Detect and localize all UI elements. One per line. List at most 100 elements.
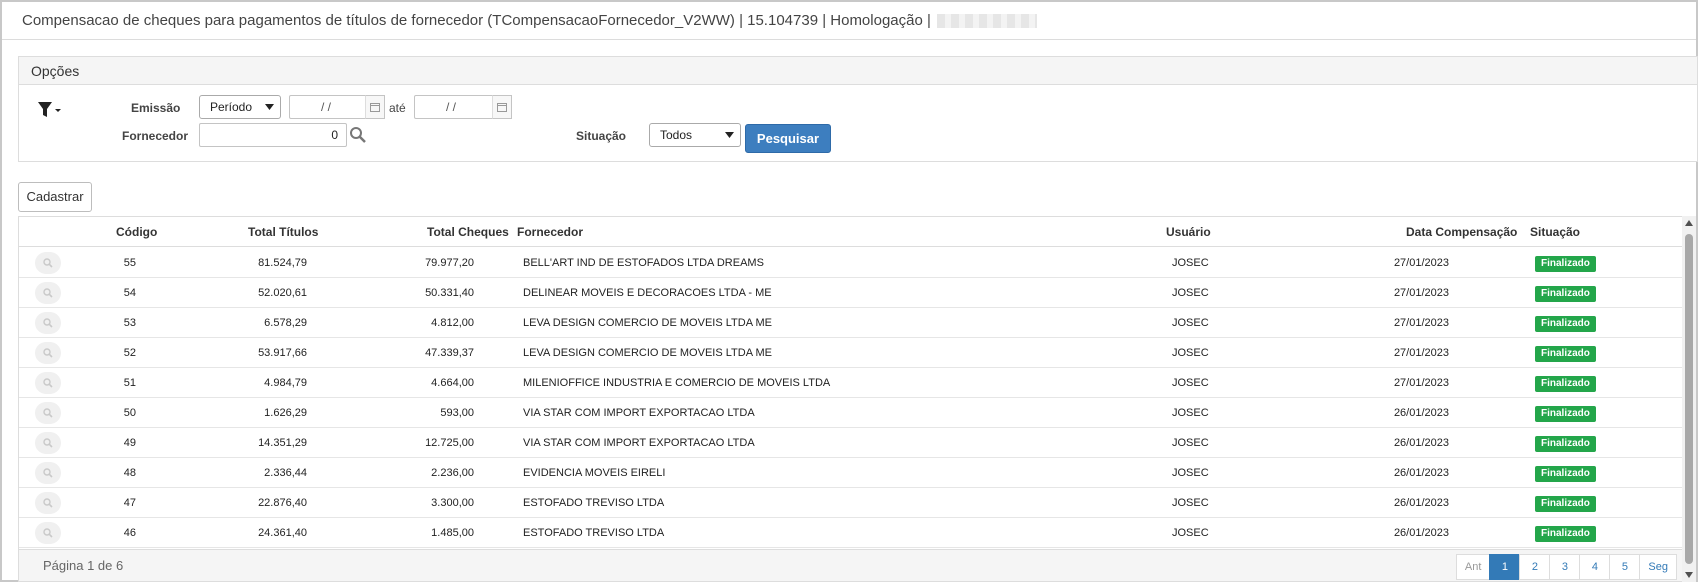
status-badge: Finalizado bbox=[1535, 316, 1596, 332]
situacao-select[interactable]: Todos bbox=[649, 123, 741, 147]
scroll-down-arrow-icon[interactable] bbox=[1685, 571, 1693, 579]
cell-codigo: 46 bbox=[123, 527, 136, 539]
cell-fornecedor: BELL'ART IND DE ESTOFADOS LTDA DREAMS bbox=[523, 257, 764, 269]
view-details-button[interactable] bbox=[35, 342, 61, 364]
table-row[interactable]: 52 53.917,66 47.339,37 LEVA DESIGN COMERCIO… bbox=[19, 338, 1683, 368]
col-total-titulos[interactable]: Total Títulos bbox=[248, 225, 318, 239]
page-info: Página 1 de 6 bbox=[43, 558, 124, 573]
view-details-button[interactable] bbox=[35, 252, 61, 274]
cell-total-cheques: 4.664,00 bbox=[431, 377, 474, 389]
cell-data-compensacao: 27/01/2023 bbox=[1393, 287, 1449, 299]
options-header: Opções bbox=[19, 57, 1697, 85]
col-total-cheques[interactable]: Total Cheques bbox=[427, 225, 509, 239]
table-row[interactable]: 54 52.020,61 50.331,40 DELINEAR MOVEIS E DE… bbox=[19, 278, 1683, 308]
magnifier-icon bbox=[43, 318, 53, 328]
cell-total-titulos: 4.984,79 bbox=[264, 377, 307, 389]
cell-fornecedor: LEVA DESIGN COMERCIO DE MOVEIS LTDA ME bbox=[523, 317, 772, 329]
page-button-3[interactable]: 3 bbox=[1549, 554, 1581, 580]
magnifier-icon bbox=[43, 288, 53, 298]
cell-total-cheques: 79.977,20 bbox=[425, 257, 474, 269]
cell-data-compensacao: 26/01/2023 bbox=[1393, 437, 1449, 449]
cell-total-titulos: 53.917,66 bbox=[258, 347, 307, 359]
col-usuario[interactable]: Usuário bbox=[1166, 225, 1211, 239]
table-row[interactable]: 47 22.876,40 3.300,00 ESTOFADO TREVISO LTDA… bbox=[19, 488, 1683, 518]
cell-data-compensacao: 26/01/2023 bbox=[1393, 527, 1449, 539]
view-details-button[interactable] bbox=[35, 372, 61, 394]
cell-data-compensacao: 26/01/2023 bbox=[1393, 497, 1449, 509]
fornecedor-input[interactable]: 0 bbox=[199, 123, 347, 147]
table-row[interactable]: 48 2.336,44 2.236,00 EVIDENCIA MOVEIS EIREL… bbox=[19, 458, 1683, 488]
scroll-up-arrow-icon[interactable] bbox=[1685, 219, 1693, 227]
next-page-button[interactable]: Seg bbox=[1639, 554, 1677, 580]
magnifier-icon bbox=[43, 528, 53, 538]
periodo-select[interactable]: Período bbox=[199, 95, 281, 119]
chevron-down-icon bbox=[725, 132, 734, 138]
cell-fornecedor: MILENIOFFICE INDUSTRIA E COMERCIO DE MOV… bbox=[523, 377, 831, 389]
col-data-compensacao[interactable]: Data Compensação bbox=[1406, 225, 1517, 239]
view-details-button[interactable] bbox=[35, 462, 61, 484]
cell-total-cheques: 593,00 bbox=[440, 407, 474, 419]
emissao-label: Emissão bbox=[131, 101, 181, 115]
status-badge: Finalizado bbox=[1535, 346, 1596, 362]
view-details-button[interactable] bbox=[35, 282, 61, 304]
redacted-user-area bbox=[936, 13, 1037, 28]
status-badge: Finalizado bbox=[1535, 256, 1596, 272]
search-icon[interactable] bbox=[349, 126, 367, 144]
status-badge: Finalizado bbox=[1535, 496, 1596, 512]
magnifier-icon bbox=[43, 438, 53, 448]
cell-total-titulos: 52.020,61 bbox=[258, 287, 307, 299]
table-row[interactable]: 49 14.351,29 12.725,00 VIA STAR COM IMPORT … bbox=[19, 428, 1683, 458]
table-header: Código Total Títulos Total Cheques Forne… bbox=[19, 217, 1683, 247]
cell-data-compensacao: 27/01/2023 bbox=[1393, 377, 1449, 389]
magnifier-icon bbox=[43, 468, 53, 478]
page-button-2[interactable]: 2 bbox=[1519, 554, 1551, 580]
table-row[interactable]: 50 1.626,29 593,00 VIA STAR COM IMPORT EXPO… bbox=[19, 398, 1683, 428]
cell-codigo: 47 bbox=[123, 497, 136, 509]
calendar-to-icon[interactable] bbox=[492, 95, 512, 119]
calendar-from-icon[interactable] bbox=[365, 95, 385, 119]
view-details-button[interactable] bbox=[35, 402, 61, 424]
status-badge: Finalizado bbox=[1535, 286, 1596, 302]
page-button-1[interactable]: 1 bbox=[1489, 554, 1521, 580]
cell-usuario: JOSEC bbox=[1172, 467, 1209, 479]
cell-total-cheques: 4.812,00 bbox=[431, 317, 474, 329]
page-button-5[interactable]: 5 bbox=[1609, 554, 1641, 580]
chevron-down-icon bbox=[265, 104, 274, 110]
cadastrar-button[interactable]: Cadastrar bbox=[18, 182, 92, 212]
col-situacao[interactable]: Situação bbox=[1530, 225, 1580, 239]
cell-total-cheques: 2.236,00 bbox=[431, 467, 474, 479]
view-details-button[interactable] bbox=[35, 432, 61, 454]
col-codigo[interactable]: Código bbox=[116, 225, 157, 239]
cell-total-titulos: 6.578,29 bbox=[264, 317, 307, 329]
cell-total-cheques: 12.725,00 bbox=[425, 437, 474, 449]
filter-icon[interactable] bbox=[37, 101, 63, 119]
table-footer: Página 1 de 6 Ant 1 2 3 4 5 Seg bbox=[19, 549, 1683, 581]
table-row[interactable]: 51 4.984,79 4.664,00 MILENIOFFICE INDUSTRIA… bbox=[19, 368, 1683, 398]
cell-data-compensacao: 27/01/2023 bbox=[1393, 257, 1449, 269]
prev-page-button[interactable]: Ant bbox=[1455, 554, 1491, 580]
cell-usuario: JOSEC bbox=[1172, 347, 1209, 359]
table-row[interactable]: 55 81.524,79 79.977,20 BELL'ART IND DE ESTO… bbox=[19, 248, 1683, 278]
cell-codigo: 55 bbox=[123, 257, 136, 269]
view-details-button[interactable] bbox=[35, 492, 61, 514]
table-row[interactable]: 53 6.578,29 4.812,00 LEVA DESIGN COMERCIO D… bbox=[19, 308, 1683, 338]
app-window: Compensacao de cheques para pagamentos d… bbox=[0, 0, 1698, 582]
table-row[interactable]: 46 24.361,40 1.485,00 ESTOFADO TREVISO LTDA… bbox=[19, 518, 1683, 548]
page-button-4[interactable]: 4 bbox=[1579, 554, 1611, 580]
results-table: Código Total Títulos Total Cheques Forne… bbox=[18, 216, 1684, 582]
vertical-scrollbar[interactable] bbox=[1682, 216, 1696, 582]
fornecedor-label: Fornecedor bbox=[122, 129, 189, 143]
cell-total-titulos: 24.361,40 bbox=[258, 527, 307, 539]
view-details-button[interactable] bbox=[35, 312, 61, 334]
situacao-label: Situação bbox=[576, 129, 627, 143]
cell-usuario: JOSEC bbox=[1172, 497, 1209, 509]
cell-codigo: 51 bbox=[123, 377, 136, 389]
status-badge: Finalizado bbox=[1535, 376, 1596, 392]
status-badge: Finalizado bbox=[1535, 406, 1596, 422]
col-fornecedor[interactable]: Fornecedor bbox=[517, 225, 583, 239]
scrollbar-thumb[interactable] bbox=[1685, 234, 1693, 564]
cell-codigo: 52 bbox=[123, 347, 136, 359]
pesquisar-button[interactable]: Pesquisar bbox=[745, 124, 831, 153]
view-details-button[interactable] bbox=[35, 522, 61, 544]
cell-data-compensacao: 27/01/2023 bbox=[1393, 317, 1449, 329]
